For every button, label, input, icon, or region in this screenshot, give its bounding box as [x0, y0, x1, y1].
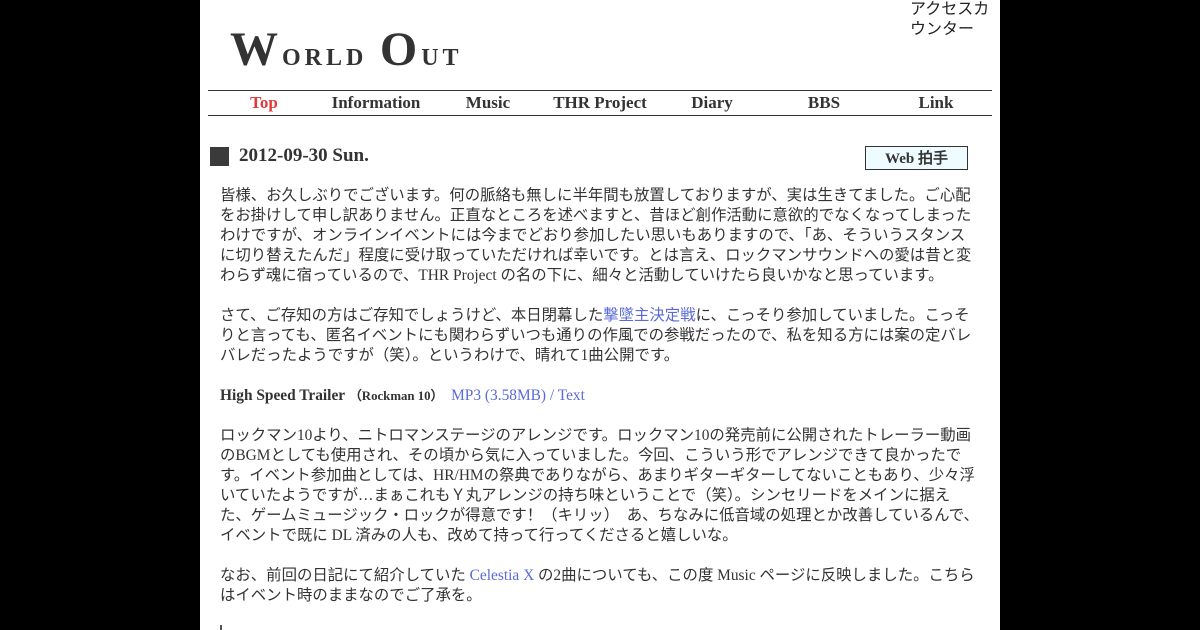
quote-bar [220, 625, 222, 630]
nav-top[interactable]: Top [208, 91, 320, 115]
track-title: High Speed Trailer [220, 387, 346, 404]
track-download-links[interactable]: MP3 (3.58MB) / Text [451, 387, 585, 404]
nav-information[interactable]: Information [320, 91, 432, 115]
celestia-link[interactable]: Celestia X [470, 567, 535, 584]
paragraph-celestia: なお、前回の日記にて紹介していた Celestia X の2曲についても、この度… [220, 567, 975, 604]
post-body: 皆様、お久しぶりでございます。何の脈絡も無しに半年間も放置しておりますが、実は生… [220, 186, 980, 626]
nav-link[interactable]: Link [880, 91, 992, 115]
access-counter-image: アクセスカウンター [910, 1, 990, 38]
date-marker-icon [210, 147, 229, 166]
nav-bbs[interactable]: BBS [768, 91, 880, 115]
nav-thr-project[interactable]: THR Project [544, 91, 656, 115]
nav-music[interactable]: Music [432, 91, 544, 115]
paragraph-intro: 皆様、お久しぶりでございます。何の脈絡も無しに半年間も放置しておりますが、実は生… [220, 187, 972, 284]
web-clap-button[interactable]: Web 拍手 [865, 146, 968, 170]
main-nav: Top Information Music THR Project Diary … [208, 90, 992, 116]
site-logo[interactable]: World Out [230, 22, 463, 77]
post-date: 2012-09-30 Sun. [239, 145, 369, 166]
track-subtitle: （Rockman 10） [348, 389, 444, 403]
paragraph-track-notes: ロックマン10より、ニトロマンステージのアレンジです。ロックマン10の発売前に公… [220, 427, 979, 544]
paragraph-event: さて、ご存知の方はご存知でしょうけど、本日閉幕した撃墜主決定戦に、こっそり参加し… [220, 307, 972, 364]
nav-diary[interactable]: Diary [656, 91, 768, 115]
page: アクセスカウンター World Out Top Information Musi… [200, 0, 1000, 630]
event-link[interactable]: 撃墜主決定戦 [603, 307, 695, 324]
track-entry: High Speed Trailer （Rockman 10） MP3 (3.5… [220, 386, 980, 406]
